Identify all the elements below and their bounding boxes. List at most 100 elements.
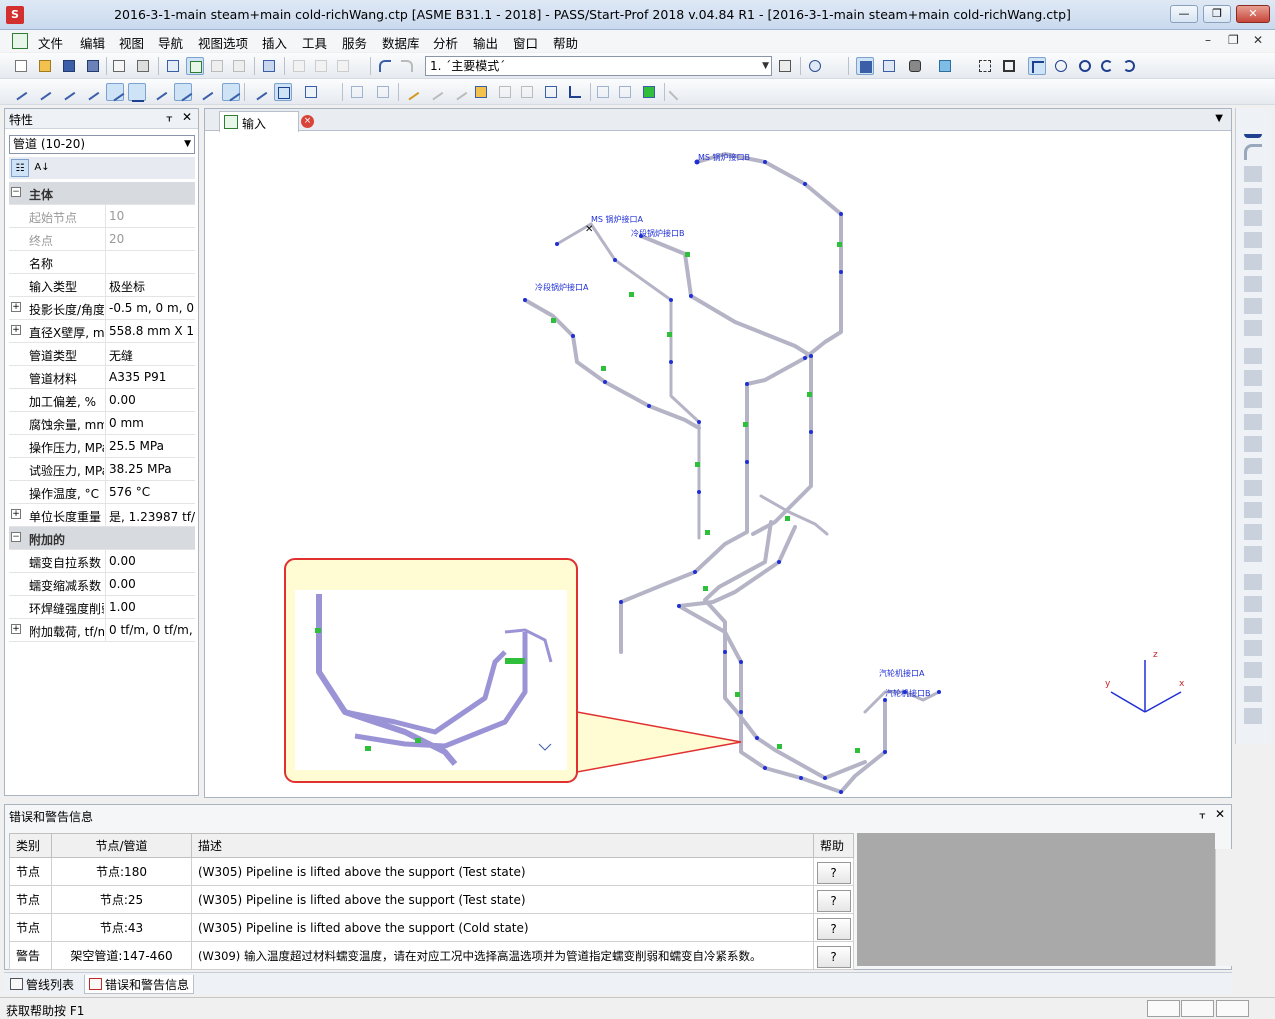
support-marker[interactable] xyxy=(703,586,708,591)
label-ms-b[interactable]: MS 锅炉接口B xyxy=(698,152,750,162)
more-tools-icon[interactable] xyxy=(1244,708,1262,724)
insert-pipe-icon[interactable] xyxy=(10,83,28,101)
menu-output[interactable]: 输出 xyxy=(473,33,498,52)
column-header-element[interactable]: 节点/管道 xyxy=(51,833,192,858)
node-marker[interactable] xyxy=(669,360,673,364)
paste-icon[interactable] xyxy=(334,57,352,75)
alphabetical-sort-icon[interactable]: A↓ xyxy=(33,159,51,177)
expand-icon[interactable]: + xyxy=(11,302,21,312)
property-row[interactable]: + 直径X壁厚, mm558.8 mm X 11 xyxy=(9,320,195,343)
label-cold-b[interactable]: 冷段锅炉接口B xyxy=(631,228,685,238)
node-marker[interactable] xyxy=(613,258,617,262)
tree-icon[interactable] xyxy=(542,83,560,101)
pan-icon[interactable] xyxy=(1052,57,1070,75)
property-row[interactable]: 腐蚀余量, mm 0 mm xyxy=(9,412,195,435)
node-number-icon[interactable] xyxy=(472,83,490,101)
mode-tool-icon[interactable] xyxy=(776,57,794,75)
insert-tee-icon[interactable] xyxy=(58,83,76,101)
cap-icon[interactable] xyxy=(1244,320,1262,336)
column-header-category[interactable]: 类别 xyxy=(9,833,52,858)
node-marker[interactable] xyxy=(739,660,743,664)
property-value[interactable]: 0.00 xyxy=(105,389,195,411)
straight-pipe-icon[interactable] xyxy=(1244,122,1262,138)
dimension-icon[interactable] xyxy=(402,83,420,101)
column-header-description[interactable]: 描述 xyxy=(191,833,814,858)
property-row[interactable]: 操作温度, °C 576 °C xyxy=(9,481,195,504)
new-file-icon[interactable] xyxy=(12,57,30,75)
property-row[interactable]: 管道类型 无缝 xyxy=(9,343,195,366)
minimize-button[interactable]: — xyxy=(1170,5,1198,23)
category-additional[interactable]: − 附加的 xyxy=(9,527,195,550)
property-row[interactable]: 环焊缝强度削弱1.00 xyxy=(9,596,195,619)
pump-icon[interactable] xyxy=(1244,596,1262,612)
object-selector[interactable]: 管道 (10-20) ▼ xyxy=(9,135,195,154)
node-marker[interactable] xyxy=(745,382,749,386)
app-logo-icon[interactable]: S xyxy=(6,6,24,24)
undo-icon[interactable] xyxy=(376,57,394,75)
equipment-icon[interactable] xyxy=(1244,574,1262,590)
collapse-icon[interactable]: − xyxy=(11,187,21,197)
support-marker[interactable] xyxy=(735,692,740,697)
support-marker[interactable] xyxy=(855,748,860,753)
property-row[interactable]: 终点 20 xyxy=(9,228,195,251)
grid-view-icon[interactable] xyxy=(164,57,182,75)
rod-hanger-icon[interactable] xyxy=(1244,546,1262,562)
property-value[interactable]: 是, 1.23987 tf/m xyxy=(105,504,195,526)
save-as-icon[interactable] xyxy=(84,57,102,75)
check-model-icon[interactable] xyxy=(640,83,658,101)
property-row[interactable]: + 单位长度重量是, 1.23987 tf/m xyxy=(9,504,195,527)
collapse-icon[interactable]: − xyxy=(11,532,21,542)
node-marker[interactable] xyxy=(523,298,527,302)
heat-exchanger-icon[interactable] xyxy=(1244,662,1262,678)
column-header-help[interactable]: 帮助 xyxy=(813,833,854,858)
help-context-icon[interactable] xyxy=(806,57,824,75)
tab-messages[interactable]: 错误和警告信息 xyxy=(84,975,195,994)
help-button[interactable]: ? xyxy=(816,861,851,884)
renumber-icon[interactable] xyxy=(496,83,514,101)
property-row[interactable]: 名称 xyxy=(9,251,195,274)
property-value[interactable]: 576 °C xyxy=(105,481,195,503)
plan-view-icon[interactable] xyxy=(880,57,898,75)
guide-icon[interactable] xyxy=(1244,370,1262,386)
vessel-icon[interactable] xyxy=(1244,618,1262,634)
anchor-cross-icon[interactable]: ✕ xyxy=(585,224,593,235)
select-pointer-icon[interactable] xyxy=(1028,57,1046,75)
stop-icon[interactable] xyxy=(1244,502,1262,518)
support-marker[interactable] xyxy=(667,332,672,337)
insert-anchor-icon[interactable] xyxy=(174,83,193,102)
node-marker[interactable] xyxy=(839,790,843,794)
close-button[interactable]: ✕ xyxy=(1236,5,1270,23)
anchor-icon[interactable] xyxy=(1244,348,1262,364)
measure-icon[interactable] xyxy=(426,83,444,101)
expand-icon[interactable]: + xyxy=(11,624,21,634)
load-icon[interactable] xyxy=(1244,686,1262,702)
node-marker[interactable] xyxy=(603,380,607,384)
valve-icon[interactable] xyxy=(1244,210,1262,226)
node-marker[interactable] xyxy=(723,650,727,654)
node-marker[interactable] xyxy=(555,242,559,246)
mdi-minimize-button[interactable]: – xyxy=(1205,33,1211,47)
tab-input[interactable]: 输入 × xyxy=(219,111,314,132)
categorized-sort-icon[interactable]: ☷ xyxy=(11,159,29,177)
print-preview-icon[interactable] xyxy=(110,57,128,75)
support-marker[interactable] xyxy=(601,366,606,371)
node-marker[interactable] xyxy=(677,604,681,608)
zoom-icon[interactable] xyxy=(1076,57,1094,75)
property-row[interactable]: 试验压力, MPa 38.25 MPa xyxy=(9,458,195,481)
report-view-icon[interactable] xyxy=(230,57,248,75)
expand-icon[interactable]: + xyxy=(11,325,21,335)
support-marker[interactable] xyxy=(629,292,634,297)
node-marker[interactable] xyxy=(763,160,767,164)
menu-database[interactable]: 数据库 xyxy=(382,33,420,52)
support-marker[interactable] xyxy=(777,744,782,749)
slope-icon[interactable] xyxy=(450,83,468,101)
node-marker[interactable] xyxy=(839,270,843,274)
menu-navigate[interactable]: 导航 xyxy=(158,33,183,52)
view-3d-icon[interactable] xyxy=(856,57,874,75)
table-row[interactable]: 节点 节点:25 (W305) Pipeline is lifted above… xyxy=(9,885,854,914)
close-icon[interactable]: ✕ xyxy=(1215,807,1225,821)
pin-icon[interactable]: ᚁ xyxy=(167,110,172,123)
help-button[interactable]: ? xyxy=(816,889,851,912)
menu-help[interactable]: 帮助 xyxy=(553,33,578,52)
table-row[interactable]: 警告 架空管道:147-460 (W309) 输入温度超过材料蠕变温度，请在对应… xyxy=(9,941,854,970)
